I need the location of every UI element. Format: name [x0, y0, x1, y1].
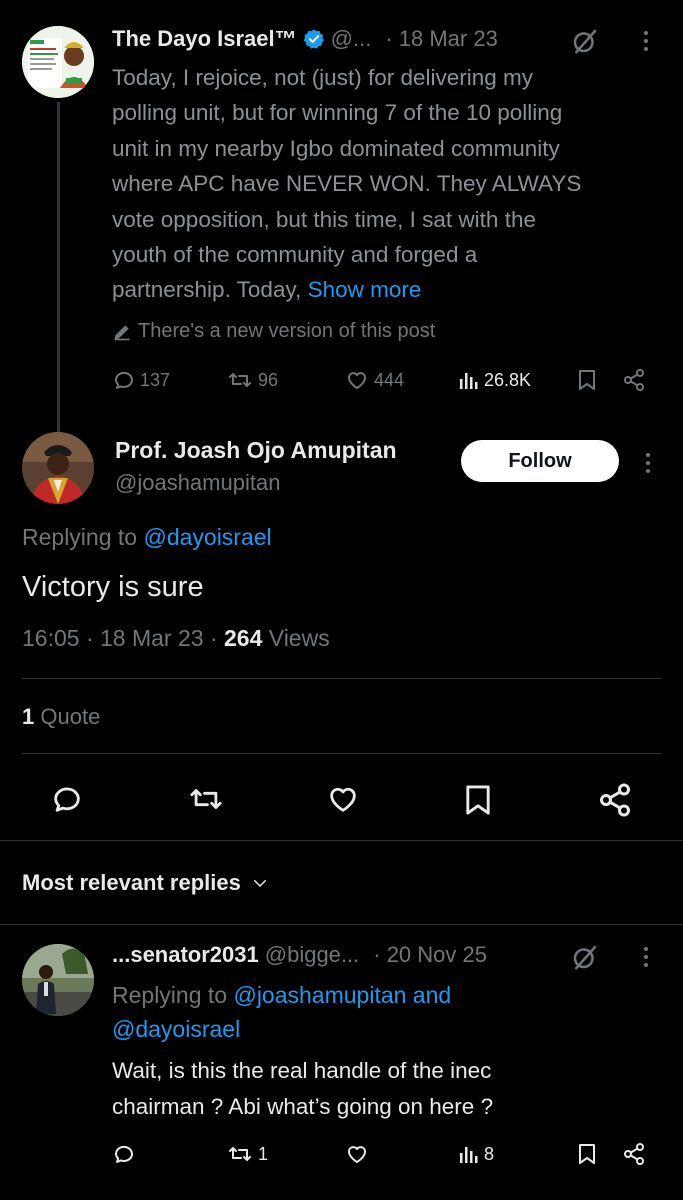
more-icon[interactable]	[636, 944, 656, 970]
like-button[interactable]	[344, 1142, 374, 1166]
repost-icon	[229, 1147, 251, 1161]
text-line: Today, I rejoice, not (just) for deliver…	[112, 65, 533, 90]
divider	[22, 678, 662, 679]
more-icon[interactable]	[638, 450, 658, 476]
text-line: polling unit, but for winning 7 of the 1…	[112, 100, 563, 126]
views-icon	[460, 373, 478, 389]
main-action-bar	[0, 770, 683, 830]
avatar-joash-amupitan[interactable]	[22, 432, 94, 504]
quote-count: 1	[22, 704, 35, 729]
quote-label: Quote	[40, 704, 101, 729]
reply-date[interactable]: · 20 Nov 25	[373, 942, 487, 968]
main-display-name[interactable]: Prof. Joash Ojo Amupitan	[115, 437, 397, 464]
divider	[22, 753, 662, 754]
reply-icon	[114, 371, 133, 389]
reply-icon	[114, 1145, 133, 1163]
follow-button[interactable]: Follow	[461, 440, 619, 482]
tweet-timestamp[interactable]: 16:05 · 18 Mar 23 ·	[22, 625, 218, 651]
views-label: Views	[268, 625, 330, 651]
replying-to-handles[interactable]: @joashamupitan and	[233, 982, 451, 1008]
edited-notice-text: There's a new version of this post	[138, 320, 436, 342]
replying-to-handle[interactable]: @dayoisrael	[143, 524, 271, 550]
parent-action-bar: 137 96 444 26.8K	[112, 366, 652, 394]
reply-handle[interactable]: @bigge...	[265, 942, 360, 968]
views-icon	[460, 1147, 478, 1163]
text-line-last: partnership. Today, Show more	[112, 272, 672, 307]
bookmark-icon[interactable]	[462, 782, 494, 818]
replying-prefix: Replying to	[112, 982, 228, 1008]
text-line: Wait, is this the real handle of the ine…	[112, 1058, 492, 1083]
main-handle[interactable]: @joashamupitan	[115, 470, 280, 496]
more-icon[interactable]	[636, 28, 656, 54]
views-button[interactable]: 8	[458, 1143, 494, 1165]
parent-date[interactable]: · 18 Mar 23	[385, 26, 498, 52]
parent-handle[interactable]: @...	[331, 26, 372, 52]
reply-replying-to: Replying to @joashamupitan and @dayoisra…	[112, 978, 652, 1046]
text-line: unit in my nearby Igbo dominated communi…	[112, 135, 560, 161]
reply-display-name[interactable]: ...senator2031	[112, 942, 259, 968]
reply-icon[interactable]	[50, 782, 84, 816]
grok-icon[interactable]	[570, 942, 600, 972]
like-button[interactable]: 444	[344, 368, 404, 392]
text-line: chairman ? Abi what’s going on here ?	[112, 1094, 494, 1119]
share-icon[interactable]	[597, 782, 633, 818]
text-line: partnership. Today,	[112, 277, 302, 303]
edit-pencil-icon	[112, 322, 132, 342]
reply-sort-label: Most relevant replies	[22, 870, 241, 895]
quotes-link[interactable]: 1 Quote	[22, 704, 100, 730]
reply-text: Wait, is this the real handle of the ine…	[112, 1053, 652, 1125]
like-count: 444	[374, 369, 405, 390]
replying-prefix: Replying to	[22, 524, 138, 550]
chevron-down-icon	[251, 874, 269, 892]
reply-button[interactable]: 137	[112, 368, 170, 392]
reply-sort-selector[interactable]: Most relevant replies	[22, 870, 269, 896]
views-count: 26.8K	[484, 369, 532, 390]
like-icon	[348, 372, 366, 389]
avatar-dayo-israel[interactable]	[22, 26, 94, 98]
views-button[interactable]: 26.8K	[458, 369, 531, 391]
show-more-link[interactable]: Show more	[308, 277, 422, 302]
reply-button[interactable]	[112, 1142, 140, 1166]
main-tweet-text: Victory is sure	[22, 571, 204, 603]
views-count: 264	[224, 625, 263, 651]
bookmark-icon[interactable]	[576, 1142, 598, 1166]
repost-count: 1	[258, 1143, 269, 1164]
reply-action-bar: 1 8	[112, 1140, 652, 1168]
parent-tweet-text: Today, I rejoice, not (just) for deliver…	[112, 60, 672, 308]
divider	[0, 924, 683, 925]
thread-connector-line	[57, 102, 60, 432]
replying-to-line: Replying to @dayoisrael	[22, 524, 272, 551]
repost-icon[interactable]	[186, 782, 226, 816]
divider	[0, 840, 683, 841]
views-count: 8	[484, 1143, 495, 1164]
verified-badge-icon	[303, 28, 325, 50]
text-line: where APC have NEVER WON. They ALWAYS	[112, 171, 582, 197]
repost-count: 96	[258, 369, 279, 390]
repost-icon	[229, 373, 251, 387]
share-icon[interactable]	[622, 1142, 646, 1166]
avatar-senator2031[interactable]	[22, 944, 94, 1016]
tweet-meta: 16:05 · 18 Mar 23 · 264 Views	[22, 625, 330, 652]
reply-count: 137	[140, 369, 171, 390]
text-line: youth of the community and forged a	[112, 242, 478, 268]
parent-display-name[interactable]: The Dayo Israel™	[112, 26, 297, 52]
replying-to-handle[interactable]: @dayoisrael	[112, 1012, 652, 1046]
edited-notice[interactable]: There's a new version of this post	[112, 320, 435, 343]
like-icon	[348, 1146, 366, 1163]
repost-button[interactable]: 1	[226, 1142, 268, 1166]
bookmark-icon[interactable]	[576, 368, 598, 392]
like-icon[interactable]	[325, 782, 361, 816]
grok-icon[interactable]	[570, 26, 600, 56]
parent-tweet-header: The Dayo Israel™ @... · 18 Mar 23	[112, 26, 498, 52]
repost-button[interactable]: 96	[226, 368, 278, 392]
text-line: vote opposition, but this time, I sat wi…	[112, 206, 536, 232]
share-icon[interactable]	[622, 368, 646, 392]
reply-header: ...senator2031 @bigge... · 20 Nov 25	[112, 942, 487, 968]
